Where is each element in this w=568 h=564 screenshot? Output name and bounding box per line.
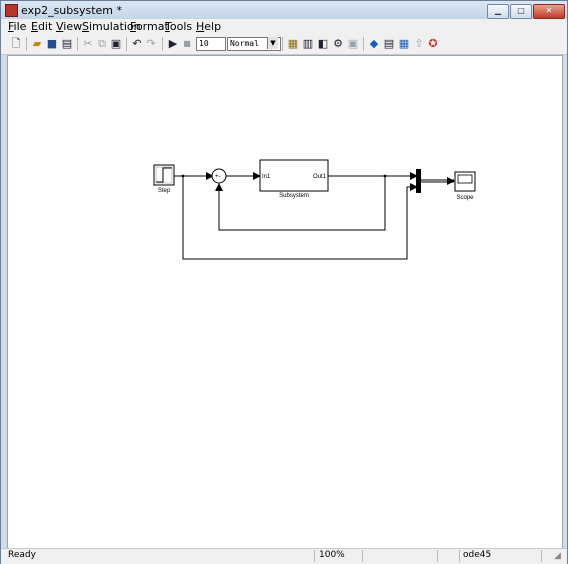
status-divider [314, 550, 315, 562]
toolbar: 🗋 ▰ ■ ▤ ✂ ⧉ ▣ ↶ ↷ ▶ ■ 10 Normal ▼ ▦ ▥ ◧ … [1, 34, 567, 55]
branch-point [383, 174, 387, 178]
menu-view[interactable]: View [56, 20, 82, 33]
status-bar: Ready 100% ode45 ◢ [1, 548, 567, 564]
subsystem-label: Subsystem [279, 193, 309, 199]
status-divider [459, 550, 460, 562]
cut-icon[interactable]: ✂ [81, 37, 95, 51]
mux-block[interactable] [416, 169, 421, 193]
status-divider [362, 550, 363, 562]
step-label: Step [158, 188, 171, 194]
print-icon[interactable]: ▤ [60, 37, 74, 51]
chevron-down-icon[interactable]: ▼ [267, 37, 278, 49]
menu-edit[interactable]: Edit [31, 20, 52, 33]
go-to-parent-icon[interactable]: ⇧ [412, 37, 426, 51]
stop-time-field[interactable]: 10 [196, 37, 226, 51]
title-bar: exp2_subsystem * ▁ □ ✕ [1, 1, 567, 19]
paste-icon[interactable]: ▣ [109, 37, 123, 51]
subsystem-block[interactable]: In1 Out1 [259, 159, 329, 192]
scope-block[interactable] [454, 171, 476, 192]
sum-block[interactable]: +- [211, 168, 227, 184]
solver-name: ode45 [463, 550, 492, 560]
model-explorer-icon[interactable]: ▣ [346, 37, 360, 51]
status-divider [437, 550, 438, 562]
debug-icon[interactable]: ✪ [426, 37, 440, 51]
minimize-icon[interactable]: ▁ [487, 4, 509, 19]
window-title: exp2_subsystem * [21, 4, 123, 17]
menu-tools[interactable]: Tools [165, 20, 192, 33]
subsystem-in-port-label: In1 [262, 174, 271, 180]
model-properties-icon[interactable]: ▦ [397, 37, 411, 51]
build-icon[interactable]: ▦ [286, 37, 300, 51]
new-model-icon[interactable]: 🗋 [9, 37, 23, 51]
toolbar-separator [282, 37, 283, 51]
update-diagram-icon[interactable]: ▥ [301, 37, 315, 51]
open-folder-icon[interactable]: ▰ [30, 37, 44, 51]
block-diagram: Step +- In1 Out1 Subsystem Scope [153, 159, 476, 260]
menu-help[interactable]: Help [196, 20, 221, 33]
close-icon[interactable]: ✕ [533, 4, 565, 19]
start-simulation-icon[interactable]: ▶ [166, 37, 180, 51]
copy-icon[interactable]: ⧉ [95, 37, 109, 51]
bus-arrow [447, 177, 455, 185]
model-browser-icon[interactable]: ▤ [382, 37, 396, 51]
undo-icon[interactable]: ↶ [130, 37, 144, 51]
maximize-icon[interactable]: □ [510, 4, 532, 19]
step-block[interactable] [153, 164, 175, 186]
toolbar-separator [26, 37, 27, 51]
toolbar-separator [363, 37, 364, 51]
stop-simulation-icon[interactable]: ■ [180, 37, 194, 51]
status-text: Ready [8, 550, 36, 560]
toolbar-separator [162, 37, 163, 51]
branch-point [181, 174, 185, 178]
sum-signs: +- [215, 174, 221, 180]
redo-icon[interactable]: ↷ [144, 37, 158, 51]
simulink-app-icon [5, 4, 18, 17]
status-divider [541, 550, 542, 562]
save-icon[interactable]: ■ [45, 37, 59, 51]
resize-grip-icon[interactable]: ◢ [554, 551, 564, 561]
library-browser-icon[interactable]: ◆ [367, 37, 381, 51]
model-canvas[interactable]: Step +- In1 Out1 Subsystem Scope [7, 55, 563, 549]
advisor-icon[interactable]: ◧ [316, 37, 330, 51]
subsystem-out-port-label: Out1 [313, 174, 327, 180]
toolbar-separator [77, 37, 78, 51]
scope-label: Scope [456, 195, 474, 201]
simulink-model-window: exp2_subsystem * ▁ □ ✕ File Edit View Si… [0, 0, 568, 564]
menu-format[interactable]: Format [130, 20, 169, 33]
zoom-level: 100% [319, 550, 345, 560]
debugger-icon[interactable]: ⚙ [331, 37, 345, 51]
menu-bar: File Edit View Simulation Format Tools H… [1, 19, 567, 34]
toolbar-separator [126, 37, 127, 51]
menu-file[interactable]: File [8, 20, 26, 33]
